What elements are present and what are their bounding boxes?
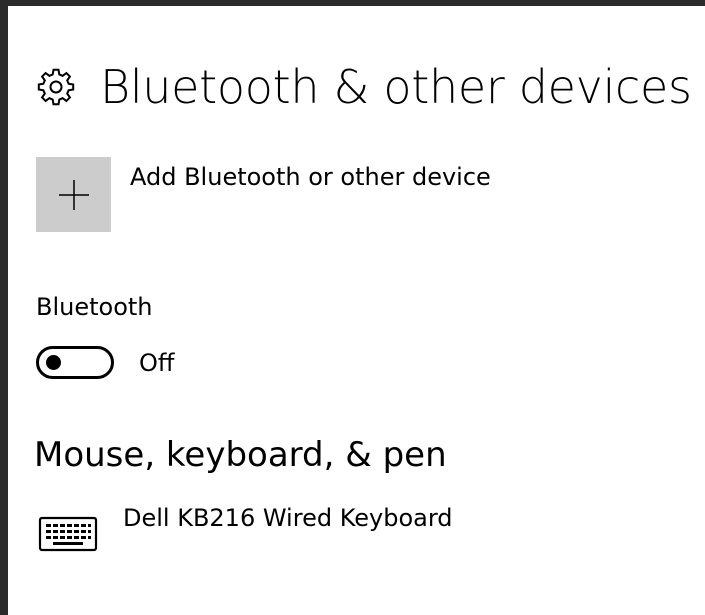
bluetooth-state-label: Off [139, 348, 175, 377]
bluetooth-toggle[interactable] [36, 346, 114, 379]
toggle-knob [46, 355, 61, 370]
section-heading-mouse-keyboard-pen: Mouse, keyboard, & pen [34, 435, 447, 475]
plus-icon [58, 179, 89, 210]
page-header: Bluetooth & other devices [36, 52, 692, 122]
bluetooth-toggle-row: Off [36, 346, 174, 379]
settings-window: Bluetooth & other devices Add Bluetooth … [8, 6, 705, 615]
add-device-label[interactable]: Add Bluetooth or other device [130, 163, 491, 191]
gear-icon [37, 68, 75, 106]
page-title: Bluetooth & other devices [100, 60, 692, 114]
device-name[interactable]: Dell KB216 Wired Keyboard [123, 504, 453, 532]
add-device-button[interactable]: Add Bluetooth or other device [36, 157, 491, 232]
device-item[interactable]: Dell KB216 Wired Keyboard [38, 504, 453, 556]
bluetooth-label: Bluetooth [36, 293, 153, 321]
keyboard-icon [38, 516, 98, 552]
add-device-tile[interactable] [36, 157, 111, 232]
